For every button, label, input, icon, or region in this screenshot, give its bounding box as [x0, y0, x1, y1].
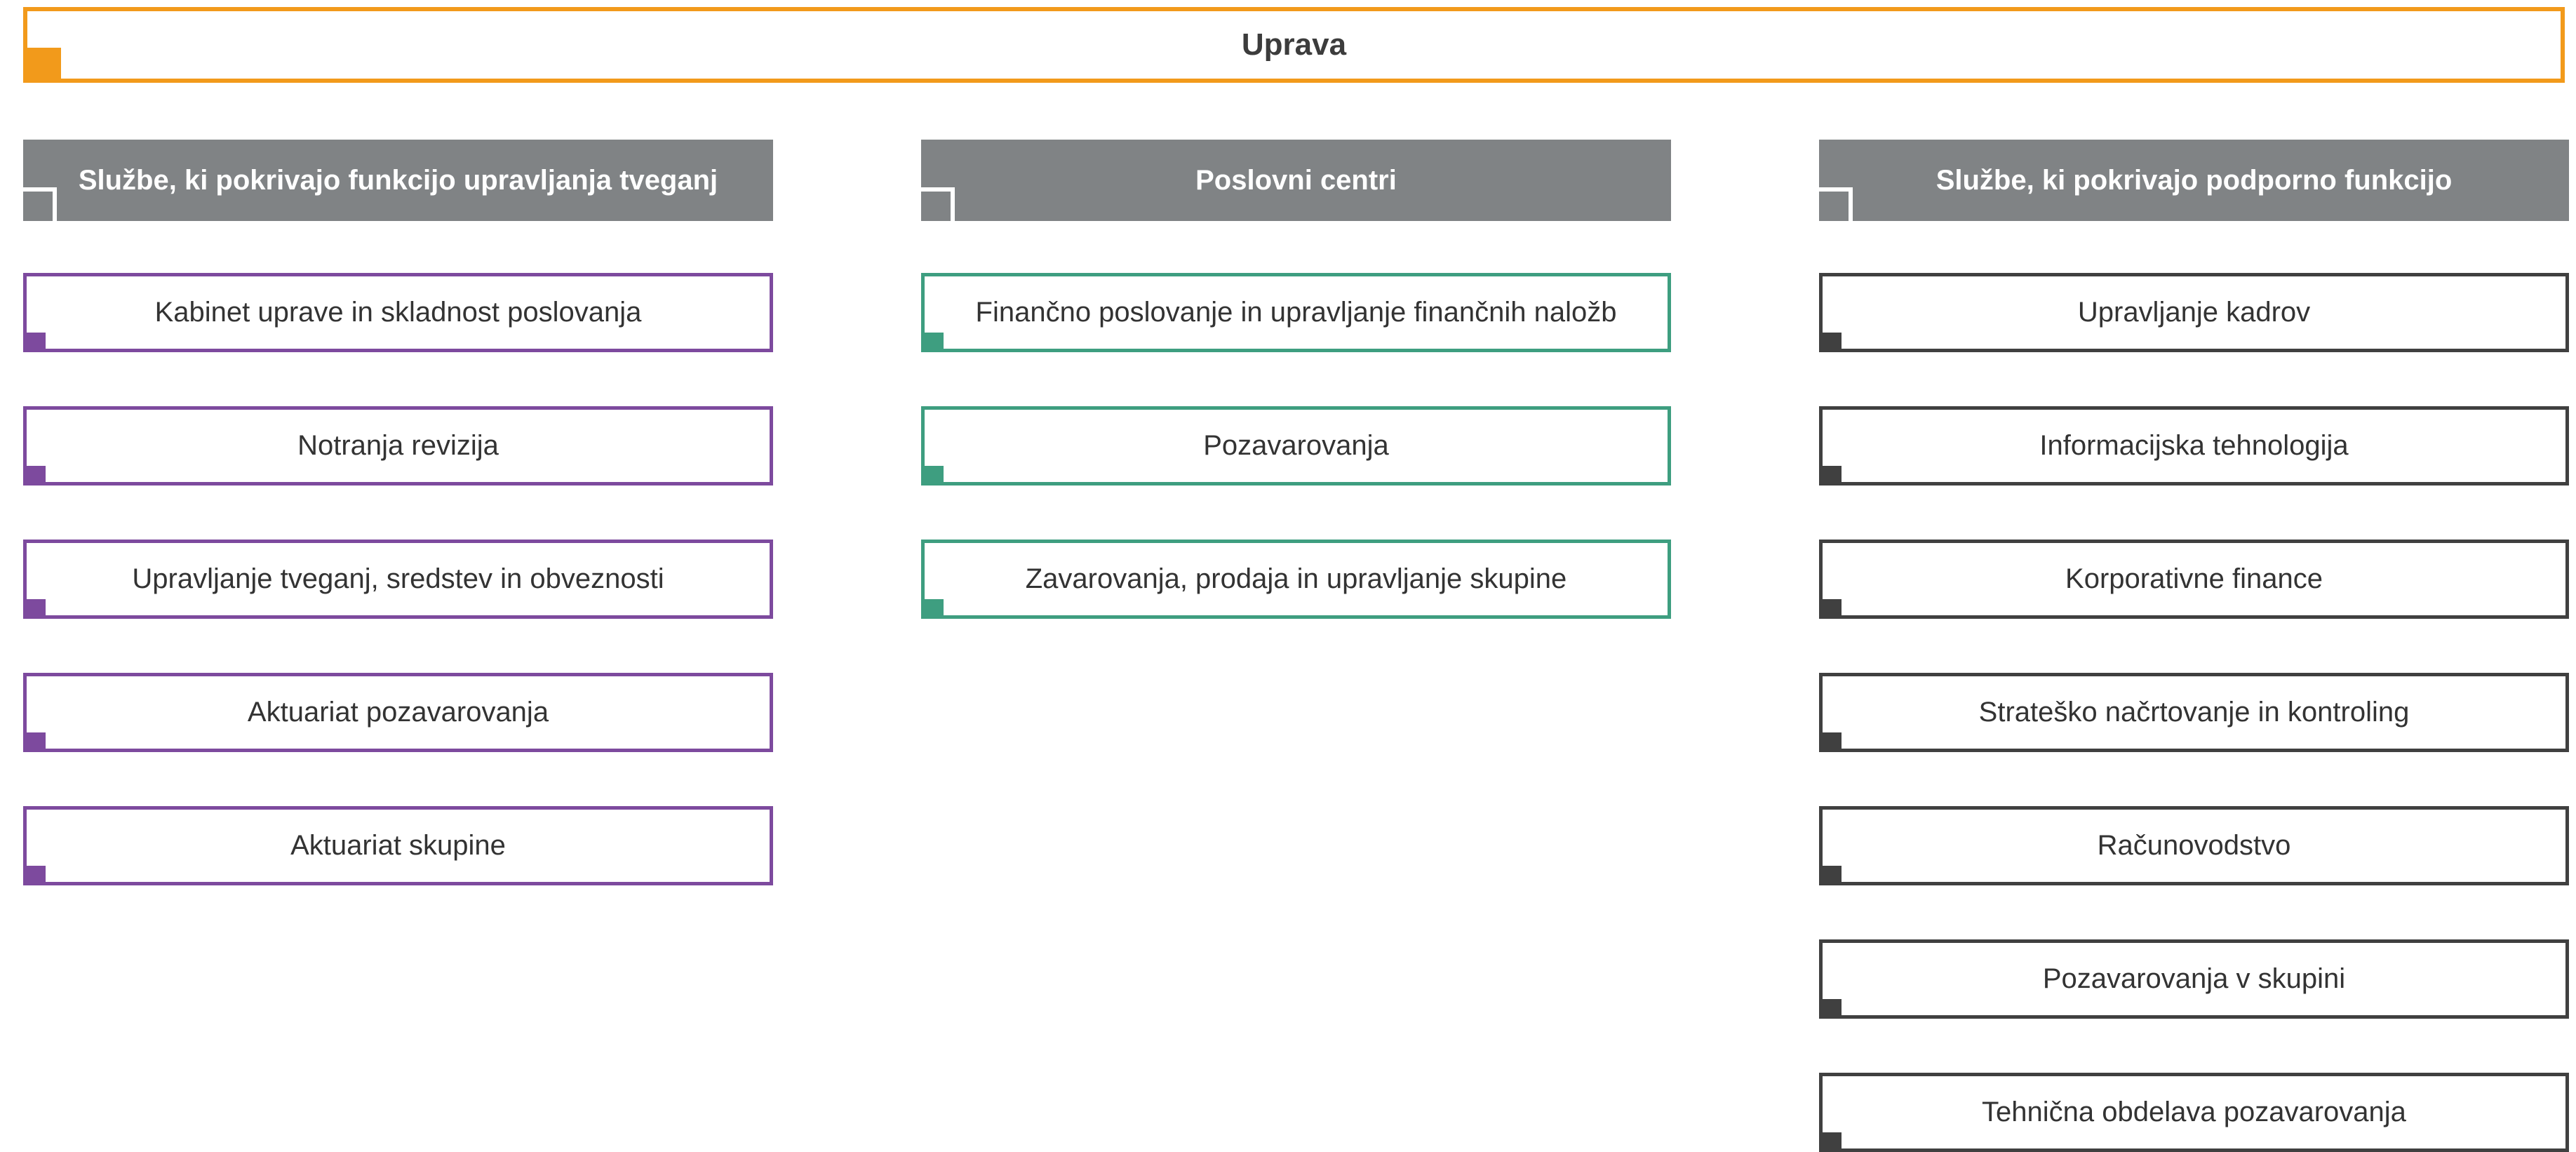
- column-2-item-3: Zavarovanja, prodaja in upravljanje skup…: [921, 540, 1671, 619]
- column-1-item-4: Aktuariat pozavarovanja: [23, 673, 773, 752]
- item-corner-mark: [23, 466, 46, 485]
- top-box-title: Uprava: [1241, 27, 1347, 62]
- item-label: Zavarovanja, prodaja in upravljanje skup…: [1025, 563, 1567, 594]
- item-label: Kabinet uprave in skladnost poslovanja: [154, 297, 642, 328]
- top-box-uprava: Uprava: [23, 7, 2565, 83]
- item-corner-mark: [1819, 333, 1842, 352]
- top-box-corner-mark: [23, 48, 61, 83]
- column-3-item-3: Korporativne finance: [1819, 540, 2569, 619]
- column-1-header-corner-mark: [23, 187, 57, 221]
- column-3-item-1: Upravljanje kadrov: [1819, 273, 2569, 352]
- item-label: Informacijska tehnologija: [2039, 430, 2349, 461]
- item-corner-mark: [23, 333, 46, 352]
- column-1-header: Službe, ki pokrivajo funkcijo upravljanj…: [23, 140, 773, 221]
- item-corner-mark: [1819, 866, 1842, 885]
- column-3-item-4: Strateško načrtovanje in kontroling: [1819, 673, 2569, 752]
- item-corner-mark: [1819, 999, 1842, 1019]
- column-3-item-5: Računovodstvo: [1819, 806, 2569, 885]
- item-label: Notranja revizija: [297, 430, 499, 461]
- item-corner-mark: [1819, 1132, 1842, 1152]
- column-1-item-3: Upravljanje tveganj, sredstev in obvezno…: [23, 540, 773, 619]
- item-label: Upravljanje tveganj, sredstev in obvezno…: [132, 563, 664, 594]
- column-2-header-corner-mark: [921, 187, 955, 221]
- item-label: Aktuariat pozavarovanja: [247, 697, 549, 728]
- column-3-item-2: Informacijska tehnologija: [1819, 406, 2569, 485]
- item-label: Strateško načrtovanje in kontroling: [1978, 697, 2410, 728]
- item-corner-mark: [921, 333, 944, 352]
- column-3-item-6: Pozavarovanja v skupini: [1819, 939, 2569, 1019]
- item-corner-mark: [1819, 732, 1842, 752]
- item-label: Finančno poslovanje in upravljanje finan…: [975, 297, 1617, 328]
- column-2-header-label: Poslovni centri: [1195, 164, 1397, 196]
- item-label: Pozavarovanja v skupini: [2042, 963, 2346, 994]
- item-label: Korporativne finance: [2065, 563, 2323, 594]
- column-2-header: Poslovni centri: [921, 140, 1671, 221]
- item-label: Upravljanje kadrov: [2077, 297, 2311, 328]
- column-2-item-2: Pozavarovanja: [921, 406, 1671, 485]
- column-1-item-1: Kabinet uprave in skladnost poslovanja: [23, 273, 773, 352]
- item-corner-mark: [921, 466, 944, 485]
- column-1-item-2: Notranja revizija: [23, 406, 773, 485]
- item-label: Računovodstvo: [2097, 830, 2291, 861]
- item-corner-mark: [921, 599, 944, 619]
- column-1-header-label: Službe, ki pokrivajo funkcijo upravljanj…: [78, 164, 718, 196]
- item-corner-mark: [1819, 599, 1842, 619]
- item-label: Aktuariat skupine: [290, 830, 506, 861]
- item-corner-mark: [23, 866, 46, 885]
- item-label: Pozavarovanja: [1203, 430, 1389, 461]
- column-3-header-label: Službe, ki pokrivajo podporno funkcijo: [1936, 164, 2453, 196]
- column-3-header-corner-mark: [1819, 187, 1853, 221]
- column-2-item-1: Finančno poslovanje in upravljanje finan…: [921, 273, 1671, 352]
- item-label: Tehnična obdelava pozavarovanja: [1982, 1097, 2406, 1127]
- item-corner-mark: [23, 599, 46, 619]
- column-1-item-5: Aktuariat skupine: [23, 806, 773, 885]
- column-3-item-7: Tehnična obdelava pozavarovanja: [1819, 1073, 2569, 1152]
- item-corner-mark: [1819, 466, 1842, 485]
- column-3-header: Službe, ki pokrivajo podporno funkcijo: [1819, 140, 2569, 221]
- item-corner-mark: [23, 732, 46, 752]
